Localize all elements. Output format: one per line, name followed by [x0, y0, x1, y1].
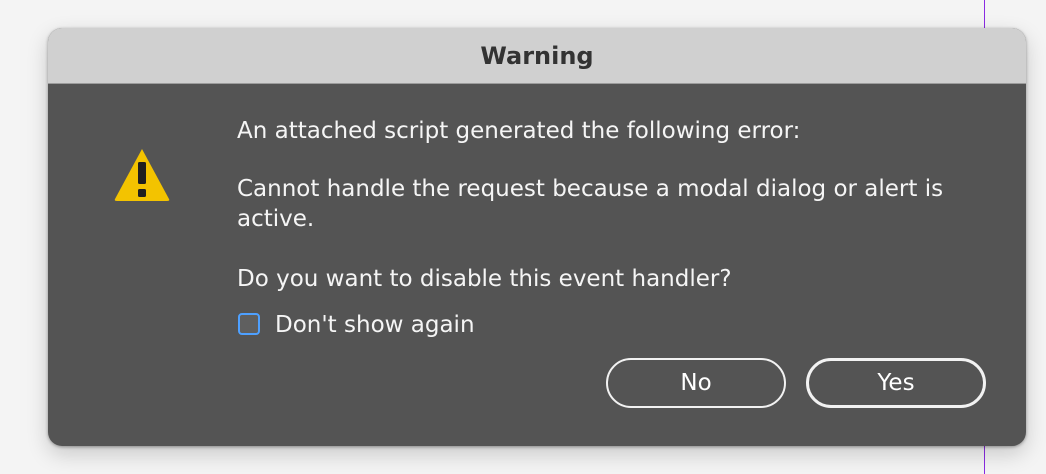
error-detail-text: Cannot handle the request because a moda… [237, 176, 944, 232]
dialog-titlebar: Warning [48, 28, 1026, 84]
warning-icon [112, 146, 172, 202]
error-intro-text: An attached script generated the followi… [237, 118, 801, 144]
warning-dialog: Warning An attached script generated the… [48, 28, 1026, 446]
dialog-title: Warning [480, 42, 594, 70]
dont-show-again-checkbox[interactable] [238, 313, 260, 335]
dont-show-again-label[interactable]: Don't show again [275, 310, 475, 340]
disable-handler-question: Do you want to disable this event handle… [237, 266, 732, 292]
yes-button[interactable]: Yes [806, 358, 986, 408]
no-button[interactable]: No [606, 358, 786, 408]
